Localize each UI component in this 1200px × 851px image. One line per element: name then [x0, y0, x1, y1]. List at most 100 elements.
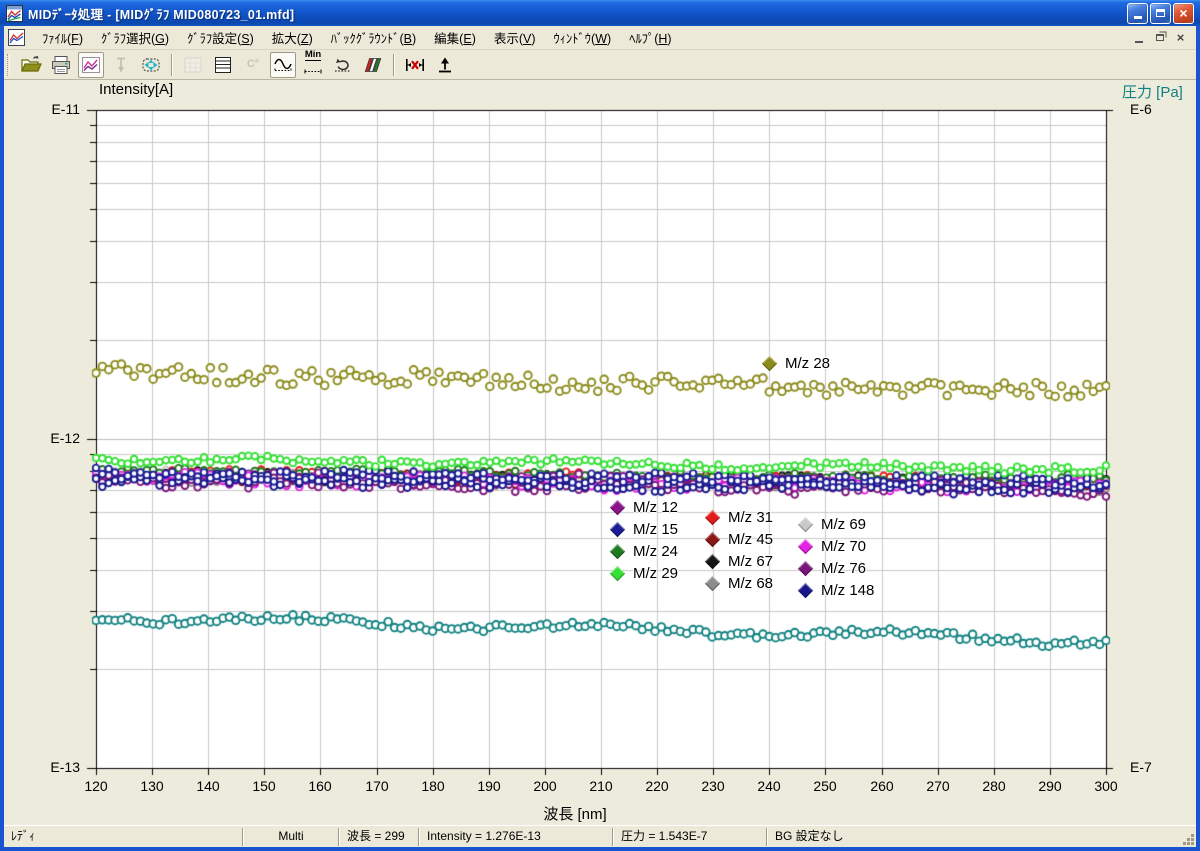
legend-diamond-icon — [610, 565, 626, 581]
legend-item: M/z 70 — [800, 535, 866, 557]
x-axis-tick-label: 220 — [635, 778, 679, 794]
legend-diamond-icon — [705, 553, 721, 569]
app-window: MIDﾃﾞｰﾀ処理 - [MIDｸﾞﾗﾌ MID080723_01.mfd] ×… — [0, 0, 1200, 851]
wave-icon[interactable] — [270, 52, 296, 78]
mdi-restore-button[interactable] — [1152, 31, 1167, 45]
grid-icon — [180, 52, 206, 78]
legend-diamond-icon — [705, 575, 721, 591]
x-axis-tick-label: 270 — [916, 778, 960, 794]
x-axis-tick-label: 260 — [860, 778, 904, 794]
fit-view-icon[interactable] — [138, 52, 164, 78]
left-axis-tick-label: E-11 — [32, 101, 80, 117]
legend-label: M/z 24 — [633, 543, 678, 560]
x-axis-tick-label: 280 — [972, 778, 1016, 794]
window-title: MIDﾃﾞｰﾀ処理 - [MIDｸﾞﾗﾌ MID080723_01.mfd] — [28, 4, 294, 23]
legend-diamond-icon — [610, 499, 626, 515]
resize-grip[interactable] — [1191, 842, 1194, 845]
legend-diamond-icon — [762, 355, 778, 371]
mdi-close-button[interactable]: × — [1173, 31, 1188, 45]
legend-label: M/z 148 — [821, 582, 874, 599]
toolbar-buttons: C° Min — [16, 52, 460, 78]
maximize-button[interactable] — [1150, 3, 1171, 24]
mdi-minimize-button[interactable] — [1131, 31, 1146, 45]
toolbar-grip[interactable] — [7, 54, 10, 76]
menu-item-edit[interactable]: 編集(E) — [425, 25, 485, 50]
background-stripes-icon[interactable] — [360, 52, 386, 78]
close-button[interactable]: × — [1173, 3, 1194, 24]
status-pressure: 圧力 = 1.543E-7 — [614, 826, 766, 848]
menu-item-view[interactable]: 表示(V) — [485, 25, 545, 50]
data-table-icon[interactable] — [210, 52, 236, 78]
status-bar: ﾚﾃﾞｨ Multi 波長 = 299 Intensity = 1.276E-1… — [4, 825, 1196, 847]
legend-item: M/z 67 — [707, 550, 773, 572]
legend-item: M/z 148 — [800, 579, 874, 601]
legend-diamond-icon — [705, 509, 721, 525]
legend-label: M/z 68 — [728, 575, 773, 592]
menu-item-graph-select[interactable]: ｸﾞﾗﾌ選択(G) — [92, 25, 178, 50]
status-ready: ﾚﾃﾞｨ — [4, 826, 242, 848]
min-icon[interactable]: Min — [300, 52, 326, 78]
left-axis-tick-label: E-12 — [32, 430, 80, 446]
menu-item-zoom[interactable]: 拡大(Z) — [263, 25, 322, 50]
legend-label: M/z 45 — [728, 531, 773, 548]
x-axis-tick-label: 200 — [523, 778, 567, 794]
legend-diamond-icon — [798, 582, 814, 598]
toolbar-separator — [171, 54, 173, 76]
clear-x-icon[interactable] — [402, 52, 428, 78]
x-axis-tick-label: 190 — [467, 778, 511, 794]
legend-item: M/z 15 — [612, 518, 678, 540]
toolbar-separator — [393, 54, 395, 76]
repeat-icon[interactable] — [330, 52, 356, 78]
right-axis-title: 圧力 [Pa] — [1122, 81, 1183, 102]
right-axis-tick-label: E-7 — [1130, 759, 1152, 775]
menu-item-graph-settings[interactable]: ｸﾞﾗﾌ設定(S) — [178, 25, 263, 50]
legend-item: M/z 69 — [800, 513, 866, 535]
title-bar: MIDﾃﾞｰﾀ処理 - [MIDｸﾞﾗﾌ MID080723_01.mfd] × — [0, 0, 1200, 26]
series-annotation: M/z 28 — [764, 352, 830, 374]
left-axis-tick-label: E-13 — [32, 759, 80, 775]
open-icon[interactable] — [18, 52, 44, 78]
graph-display-icon[interactable] — [78, 52, 104, 78]
x-axis-tick-label: 130 — [130, 778, 174, 794]
status-bg-setting: BG 設定なし — [768, 826, 1196, 848]
legend-label: M/z 31 — [728, 509, 773, 526]
x-axis-tick-label: 290 — [1028, 778, 1072, 794]
menu-bar: ﾌｧｲﾙ(F)ｸﾞﾗﾌ選択(G)ｸﾞﾗﾌ設定(S)拡大(Z)ﾊﾞｯｸｸﾞﾗｳﾝﾄ… — [4, 26, 1196, 50]
legend-item: M/z 12 — [612, 496, 678, 518]
status-wavelength: 波長 = 299 — [340, 826, 418, 848]
menu-item-window[interactable]: ｳｨﾝﾄﾞｳ(W) — [545, 25, 621, 50]
chart-plot-canvas[interactable] — [4, 80, 1196, 825]
x-axis-tick-label: 160 — [298, 778, 342, 794]
legend-item: M/z 76 — [800, 557, 866, 579]
x-axis-title: 波長 [nm] — [520, 803, 630, 824]
toolbar: C° Min — [4, 50, 1196, 80]
legend-label: M/z 28 — [785, 355, 830, 372]
legend-diamond-icon — [798, 560, 814, 576]
x-axis-tick-label: 210 — [579, 778, 623, 794]
document-chart-icon — [8, 29, 25, 46]
legend-label: M/z 67 — [728, 553, 773, 570]
legend-label: M/z 12 — [633, 499, 678, 516]
minimize-button[interactable] — [1127, 3, 1148, 24]
print-icon[interactable] — [48, 52, 74, 78]
legend-diamond-icon — [610, 543, 626, 559]
menu-item-file[interactable]: ﾌｧｲﾙ(F) — [33, 25, 92, 50]
x-axis-tick-label: 170 — [355, 778, 399, 794]
legend-diamond-icon — [610, 521, 626, 537]
x-axis-tick-label: 230 — [691, 778, 735, 794]
legend-label: M/z 69 — [821, 516, 866, 533]
legend-label: M/z 29 — [633, 565, 678, 582]
x-axis-tick-label: 300 — [1084, 778, 1128, 794]
menu-item-background[interactable]: ﾊﾞｯｸｸﾞﾗｳﾝﾄﾞ(B) — [322, 25, 425, 50]
x-axis-tick-label: 180 — [411, 778, 455, 794]
x-axis-tick-label: 120 — [74, 778, 118, 794]
menu-bar-items: ﾌｧｲﾙ(F)ｸﾞﾗﾌ選択(G)ｸﾞﾗﾌ設定(S)拡大(Z)ﾊﾞｯｸｸﾞﾗｳﾝﾄ… — [33, 25, 681, 50]
export-up-icon[interactable] — [432, 52, 458, 78]
x-axis-tick-label: 250 — [803, 778, 847, 794]
x-axis-tick-label: 240 — [747, 778, 791, 794]
legend-label: M/z 15 — [633, 521, 678, 538]
celsius-icon: C° — [240, 52, 266, 78]
menu-item-help[interactable]: ﾍﾙﾌﾟ(H) — [620, 25, 680, 50]
legend-diamond-icon — [705, 531, 721, 547]
window-border-bottom — [0, 847, 1200, 851]
